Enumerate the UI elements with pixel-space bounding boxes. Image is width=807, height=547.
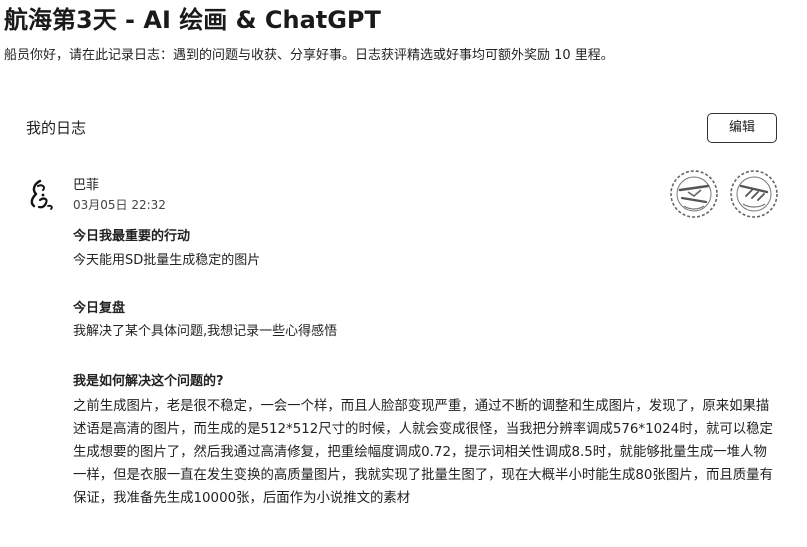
entry-text-solution: 之前生成图片，老是很不稳定，一会一个样，而且人脸部变现严重，通过不断的调整和生成… (73, 399, 773, 506)
entry-heading-review: 今日复盘 (73, 301, 126, 316)
entry-text-action: 今天能用SD批量生成稳定的图片 (73, 253, 261, 268)
page-title: 航海第3天 - AI 绘画 & ChatGPT (4, 6, 381, 34)
entry-text-review: 我解决了某个具体问题,我想记录一些心得感悟 (73, 324, 338, 339)
entry-heading-action: 今日我最重要的行动 (73, 229, 191, 244)
seal-stamp-icon (668, 168, 720, 220)
avatar[interactable] (26, 178, 60, 212)
author-name[interactable]: 巴菲 (73, 177, 99, 195)
edit-button[interactable]: 编辑 (707, 113, 777, 143)
entry-heading-solution: 我是如何解决这个问题的? (73, 374, 224, 389)
seal-stamp-icon (728, 168, 780, 220)
page-subtitle: 船员你好，请在此记录日志：遇到的问题与收获、分享好事。日志获评精选或好事均可额外… (4, 48, 614, 63)
avatar-sketch-icon (30, 179, 53, 210)
post-timestamp: 03月05日 22:32 (73, 198, 166, 212)
journal-section-title: 我的日志 (26, 119, 87, 137)
